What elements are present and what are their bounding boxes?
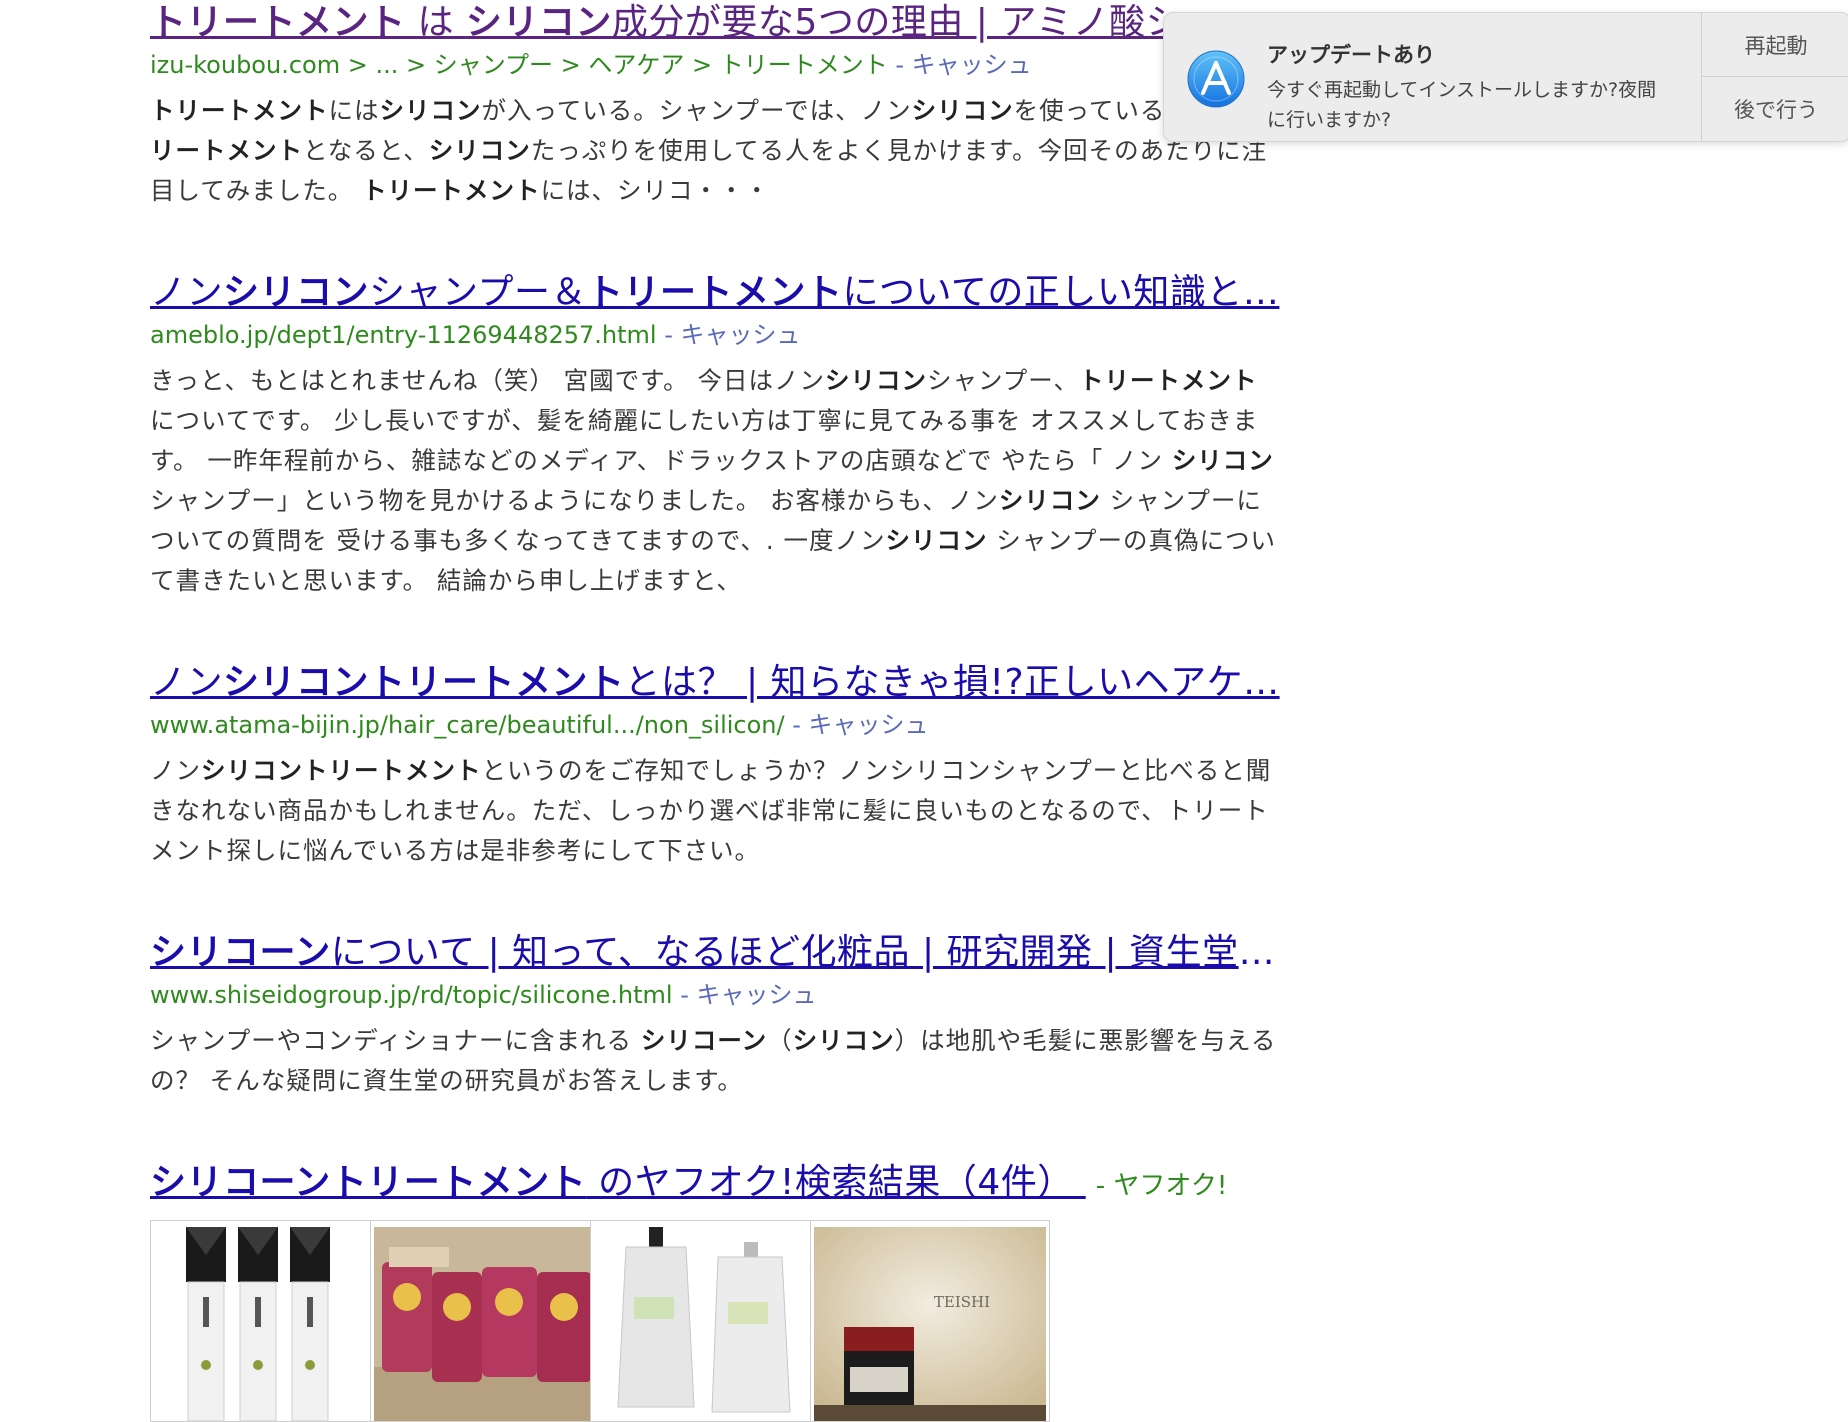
text-segment: シャンプー、 bbox=[926, 366, 1079, 395]
thumbnail-serum-bottles[interactable] bbox=[150, 1220, 390, 1422]
text-segment: についての正しい知識と… bbox=[842, 272, 1280, 313]
pouch-image bbox=[594, 1227, 826, 1421]
text-segment: が入っている。シャンプーでは、ノン bbox=[481, 96, 912, 125]
notification-message: 今すぐ再起動してインストールしますか?夜間に行いますか? bbox=[1267, 79, 1657, 131]
teishi-jar-image: TEISHI bbox=[814, 1227, 1046, 1421]
text-segment: には bbox=[328, 96, 380, 125]
highlighted-term: シリコーン bbox=[640, 1026, 768, 1055]
result-title[interactable]: シリコーンについて | 知って、なるほど化粧品 | 研究開発 | 資生堂 ... bbox=[150, 930, 1280, 976]
highlighted-term: シリコン bbox=[1171, 446, 1274, 475]
text-segment: とは？ | 知らなきゃ損!?正しいヘアケ… bbox=[624, 662, 1280, 703]
result-url-line: izu-koubou.com > ... > シャンプー > ヘアケア > トリ… bbox=[150, 49, 1280, 81]
result-url: www.atama-bijin.jp/hair_care/beautiful..… bbox=[150, 711, 785, 739]
highlighted-term: シリコン bbox=[379, 96, 482, 125]
result-snippet: シャンプーやコンディショナーに含まれる シリコーン（シリコン）は地肌や毛髪に悪影… bbox=[150, 1021, 1280, 1101]
text-segment: シャンプー」という物を見かけるようになりました。 お客様からも、ノン bbox=[150, 486, 999, 515]
result-url: ameblo.jp/dept1/entry-11269448257.html bbox=[150, 321, 657, 349]
yahoo-title[interactable]: シリコーントリートメント のヤフオク!検索結果（4件） bbox=[150, 1162, 1086, 1203]
result-1: トリートメント は シリコン成分が要な5つの理由 | アミノ酸シャンプー izu… bbox=[150, 0, 1280, 211]
update-notification: アップデートあり 今すぐ再起動してインストールしますか?夜間に行いますか? 再起… bbox=[1163, 12, 1848, 142]
result-3: ノンシリコントリートメントとは？ | 知らなきゃ損!?正しいヘアケ… www.a… bbox=[150, 660, 1280, 871]
highlighted-term: シリコン bbox=[998, 486, 1101, 515]
later-button[interactable]: 後で行う bbox=[1702, 76, 1848, 140]
restart-button[interactable]: 再起動 bbox=[1702, 13, 1848, 76]
cache-link[interactable]: - キャッシュ bbox=[785, 711, 928, 739]
serum-bottles-image bbox=[154, 1227, 386, 1421]
result-title[interactable]: ノンシリコンシャンプー＆トリートメントについての正しい知識と… bbox=[150, 270, 1280, 316]
thumbnail-refill-packs[interactable] bbox=[370, 1220, 610, 1422]
thumbnail-pouches[interactable] bbox=[590, 1220, 830, 1422]
highlighted-term: シリコン bbox=[824, 366, 927, 395]
text-segment: についてです。 少し長いですが、髪を綺麗にしたい方は丁寧に見てみる事を オススメ… bbox=[150, 406, 1259, 475]
highlighted-term: トリートメント bbox=[150, 96, 329, 125]
highlighted-term: シリコントリートメント bbox=[201, 756, 482, 785]
text-segment: （ bbox=[767, 1026, 793, 1055]
result-url-line: www.shiseidogroup.jp/rd/topic/silicone.h… bbox=[150, 979, 1280, 1011]
highlighted-term: シリコン bbox=[428, 136, 531, 165]
result-url: www.shiseidogroup.jp/rd/topic/silicone.h… bbox=[150, 981, 673, 1009]
yahoo-source: - ヤフオク! bbox=[1095, 1171, 1228, 1201]
refill-packs-image bbox=[374, 1227, 606, 1421]
text-segment: シャンプーやコンディショナーに含まれる bbox=[150, 1026, 641, 1055]
text-segment: きっと、もとはとれませんね（笑） 宮國です。 今日はノン bbox=[150, 366, 825, 395]
highlighted-term: シリコン bbox=[465, 2, 612, 43]
result-snippet: ノンシリコントリートメントというのをご存知でしょうか？ノンシリコンシャンプーと比… bbox=[150, 751, 1280, 871]
highlighted-term: シリコン bbox=[911, 96, 1014, 125]
highlighted-term: シリコーントリートメント bbox=[150, 1162, 587, 1203]
result-snippet: きっと、もとはとれませんね（笑） 宮國です。 今日はノンシリコンシャンプー、トリ… bbox=[150, 361, 1280, 601]
highlighted-term: トリートメント bbox=[586, 272, 843, 313]
highlighted-term: シリコン bbox=[223, 272, 370, 313]
text-segment: ノン bbox=[150, 662, 224, 703]
highlighted-term: トリートメント bbox=[1078, 366, 1258, 395]
result-title[interactable]: ノンシリコントリートメントとは？ | 知らなきゃ損!?正しいヘアケ… bbox=[150, 660, 1280, 706]
text-segment: は bbox=[405, 2, 466, 43]
cache-link[interactable]: - キャッシュ bbox=[888, 51, 1031, 79]
result-snippet: トリートメントにはシリコンが入っている。シャンプーでは、ノンシリコンを使っている… bbox=[150, 91, 1280, 211]
text-segment: ノン bbox=[150, 272, 224, 313]
app-store-icon bbox=[1187, 50, 1245, 108]
teishi-label: TEISHI bbox=[934, 1293, 990, 1311]
highlighted-term: シリコン bbox=[792, 1026, 895, 1055]
notification-title: アップデートあり bbox=[1267, 43, 1435, 67]
result-url: izu-koubou.com > ... > シャンプー > ヘアケア > トリ… bbox=[150, 51, 888, 79]
highlighted-term: シリコントリートメント bbox=[223, 662, 625, 703]
result-url-line: ameblo.jp/dept1/entry-11269448257.html -… bbox=[150, 319, 1280, 351]
text-segment: シャンプー＆ bbox=[369, 272, 587, 313]
text-segment: ノン bbox=[150, 756, 201, 785]
highlighted-term: トリートメント bbox=[150, 2, 406, 43]
text-segment: のヤフオク!検索結果（4件） bbox=[586, 1162, 1086, 1203]
yahoo-title-line: シリコーントリートメント のヤフオク!検索結果（4件） - ヤフオク! bbox=[150, 1160, 1280, 1206]
notification-actions: 再起動 後で行う bbox=[1701, 13, 1848, 141]
highlighted-term: トリートメント bbox=[362, 176, 541, 205]
highlighted-term: シリコン bbox=[885, 526, 988, 555]
result-4: シリコーンについて | 知って、なるほど化粧品 | 研究開発 | 資生堂 ...… bbox=[150, 930, 1280, 1101]
cache-link[interactable]: - キャッシュ bbox=[657, 321, 800, 349]
highlighted-term: シリコーン bbox=[150, 932, 331, 973]
yahoo-auction-result: シリコーントリートメント のヤフオク!検索結果（4件） - ヤフオク! bbox=[150, 1160, 1280, 1206]
text-segment: には、シリコ・・・ bbox=[540, 176, 771, 205]
cache-link[interactable]: - キャッシュ bbox=[673, 981, 816, 1009]
result-url-line: www.atama-bijin.jp/hair_care/beautiful..… bbox=[150, 709, 1280, 741]
result-2: ノンシリコンシャンプー＆トリートメントについての正しい知識と… ameblo.j… bbox=[150, 270, 1280, 601]
text-segment: について | 知って、なるほど化粧品 | 研究開発 | 資生堂 ... bbox=[330, 932, 1280, 973]
thumbnail-teishi[interactable]: TEISHI bbox=[810, 1220, 1050, 1422]
result-title[interactable]: トリートメント は シリコン成分が要な5つの理由 | アミノ酸シャンプー bbox=[150, 0, 1280, 46]
text-segment: となると、 bbox=[303, 136, 429, 165]
